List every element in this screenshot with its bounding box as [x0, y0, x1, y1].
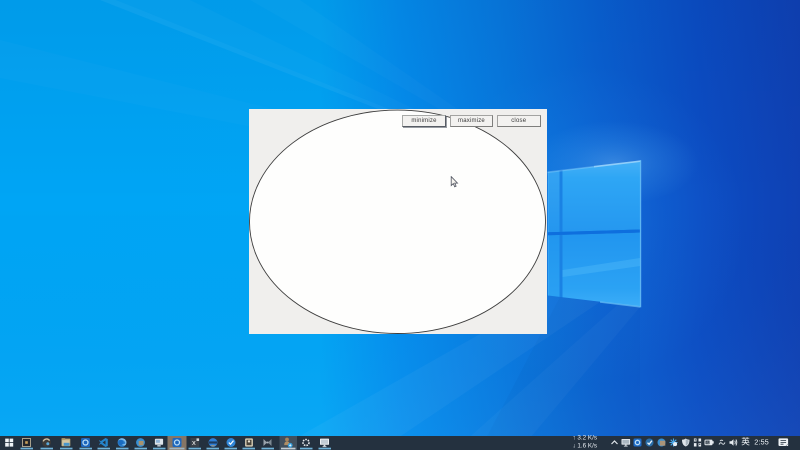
svg-text:英: 英	[741, 436, 750, 447]
svg-text:↑ 3.2 K/s: ↑ 3.2 K/s	[573, 435, 598, 442]
svg-text:x: x	[192, 438, 196, 447]
svg-text:2:55: 2:55	[754, 437, 768, 446]
svg-text:S: S	[706, 441, 709, 445]
svg-text:↓ 1.6 K/s: ↓ 1.6 K/s	[573, 442, 598, 449]
